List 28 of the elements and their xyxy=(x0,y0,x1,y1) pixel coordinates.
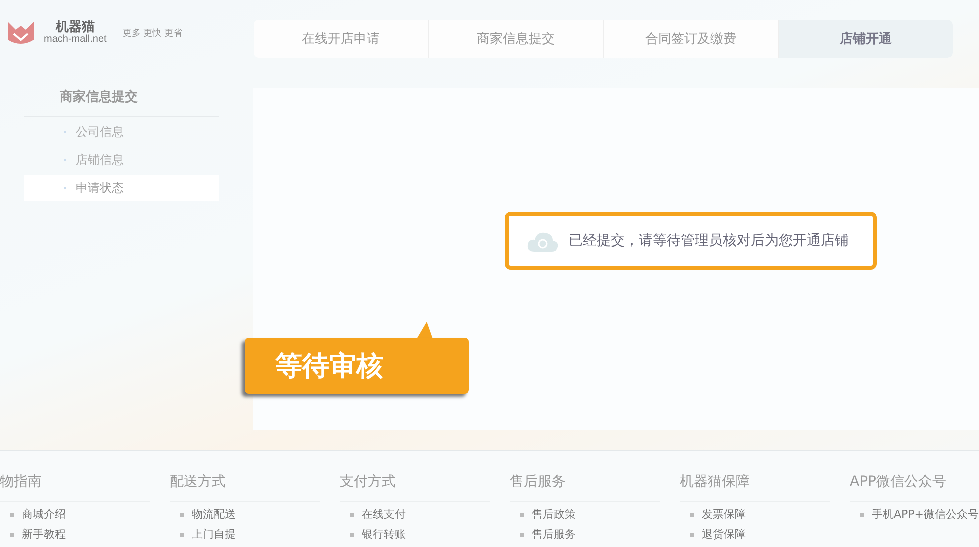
footer-heading: APP微信公众号 xyxy=(850,473,979,502)
logo-slogan: 更多 更快 更省 xyxy=(122,28,183,40)
footer-heading: 售后服务 xyxy=(510,473,660,502)
footer-heading: 机器猫保障 xyxy=(680,473,830,502)
sidebar-item[interactable]: 公司信息 xyxy=(24,119,220,145)
footer-link[interactable]: 售后政策 xyxy=(510,507,660,522)
sidebar-item[interactable]: 店铺信息 xyxy=(24,147,220,173)
footer-link[interactable]: 退货保障 xyxy=(680,527,830,542)
footer-link[interactable]: 售后服务 xyxy=(510,527,660,542)
footer-link[interactable]: 物流配送 xyxy=(170,507,320,522)
footer-link[interactable]: 商城介绍 xyxy=(0,507,150,522)
footer-link[interactable]: 手机APP+微信公众号 xyxy=(850,507,979,522)
notice-text: 已经提交，请等待管理员核对后为您开通店铺 xyxy=(569,232,850,250)
logo-name: 机器猫 xyxy=(56,20,95,35)
progress-step: 店铺开通 xyxy=(778,20,953,58)
footer-link[interactable]: 新手教程 xyxy=(0,527,150,542)
footer-link[interactable]: 在线支付 xyxy=(340,507,490,522)
footer-heading: 支付方式 xyxy=(340,473,490,502)
footer-heading: 配送方式 xyxy=(170,473,320,502)
status-badge: 等待审核 xyxy=(245,338,470,394)
footer-link[interactable]: 发票保障 xyxy=(680,507,830,522)
logo-domain: mach-mall.net xyxy=(44,34,107,46)
footer-link[interactable]: 上门自提 xyxy=(170,527,320,542)
cloud-refresh-icon xyxy=(527,230,560,252)
sidebar-item[interactable]: 申请状态 xyxy=(24,175,220,201)
footer-link[interactable]: 银行转账 xyxy=(340,527,490,542)
sidebar-title: 商家信息提交 xyxy=(24,88,220,117)
footer-heading: 物指南 xyxy=(0,473,150,502)
